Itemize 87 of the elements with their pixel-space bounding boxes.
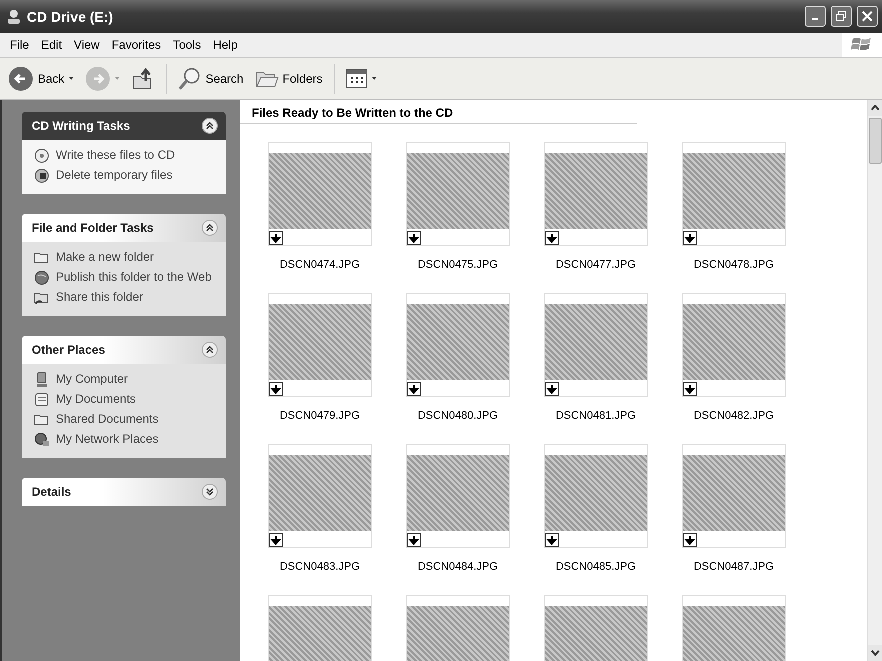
down-arrow-icon xyxy=(407,533,421,547)
panel-header[interactable]: Other Places xyxy=(22,336,226,364)
down-arrow-icon xyxy=(269,533,283,547)
file-name[interactable]: DSCN0483.JPG xyxy=(280,561,360,577)
chevron-icon xyxy=(206,488,214,496)
file-name[interactable]: DSCN0482.JPG xyxy=(694,410,774,426)
file-name[interactable]: DSCN0485.JPG xyxy=(556,561,636,577)
section-heading: Files Ready to Be Written to the CD xyxy=(240,100,637,124)
panel-header[interactable]: File and Folder Tasks xyxy=(22,214,226,242)
down-arrow-icon xyxy=(683,231,697,245)
down-arrow-icon xyxy=(545,231,559,245)
chevron-icon xyxy=(206,346,214,354)
panel-header[interactable]: CD Writing Tasks xyxy=(22,112,226,140)
dropdown-caret-icon xyxy=(68,77,74,80)
globe-icon xyxy=(34,270,50,286)
close-button[interactable] xyxy=(857,6,878,27)
scroll-thumb[interactable] xyxy=(868,118,882,164)
down-arrow-icon xyxy=(407,382,421,396)
search-button[interactable]: Search xyxy=(174,64,248,92)
menu-item[interactable]: File xyxy=(4,36,36,54)
chevron-icon xyxy=(206,122,214,130)
menu-item[interactable]: Tools xyxy=(167,36,208,54)
thumbnail-frame[interactable] xyxy=(544,293,648,397)
thumbnail-frame[interactable] xyxy=(268,293,372,397)
thumbnail-frame[interactable] xyxy=(682,293,786,397)
minimize-button[interactable] xyxy=(805,6,826,27)
thumbnail-frame[interactable] xyxy=(682,142,786,246)
task-link[interactable]: Publish this folder to the Web xyxy=(56,270,212,284)
down-arrow-icon xyxy=(545,382,559,396)
thumbnail-frame[interactable] xyxy=(406,444,510,548)
back-button[interactable]: Back xyxy=(4,64,78,94)
task-link[interactable]: Shared Documents xyxy=(56,412,159,426)
down-arrow-icon xyxy=(269,382,283,396)
file-name[interactable]: DSCN0477.JPG xyxy=(556,259,636,275)
chevron-icon xyxy=(206,224,214,232)
task-link[interactable]: Share this folder xyxy=(56,290,144,304)
window-title: CD Drive (E:) xyxy=(27,8,114,24)
collapse-chevron-icon[interactable] xyxy=(202,220,218,236)
search-icon xyxy=(178,66,202,90)
down-arrow-icon xyxy=(545,533,559,547)
caret-up-icon xyxy=(870,105,880,111)
file-name[interactable]: DSCN0478.JPG xyxy=(694,259,774,275)
restore-icon xyxy=(836,11,847,22)
document-folder-icon xyxy=(34,392,50,408)
task-link[interactable]: My Documents xyxy=(56,392,136,406)
scroll-down-button[interactable] xyxy=(868,645,882,661)
task-link[interactable]: Make a new folder xyxy=(56,250,154,264)
thumbnail-frame[interactable] xyxy=(544,142,648,246)
task-link[interactable]: Write these files to CD xyxy=(56,148,176,162)
thumbnail-frame[interactable] xyxy=(544,444,648,548)
file-name[interactable]: DSCN0479.JPG xyxy=(280,410,360,426)
computer-icon xyxy=(34,372,50,388)
collapse-chevron-icon[interactable] xyxy=(202,118,218,134)
menu-item[interactable]: Edit xyxy=(35,36,68,54)
thumbnail-frame[interactable] xyxy=(406,142,510,246)
down-arrow-icon xyxy=(269,231,283,245)
thumbnail-frame[interactable] xyxy=(406,293,510,397)
collapse-chevron-icon[interactable] xyxy=(202,342,218,358)
restore-button[interactable] xyxy=(831,6,852,27)
file-name[interactable]: DSCN0487.JPG xyxy=(694,561,774,577)
menu-item[interactable]: View xyxy=(68,36,106,54)
file-name[interactable]: DSCN0474.JPG xyxy=(280,259,360,275)
thumbnail-frame[interactable] xyxy=(682,444,786,548)
caret-down-icon xyxy=(870,650,880,656)
dropdown-caret-icon xyxy=(372,77,377,80)
file-name[interactable]: DSCN0480.JPG xyxy=(418,410,498,426)
menu-item[interactable]: Favorites xyxy=(106,36,168,54)
dropdown-caret-icon xyxy=(114,77,120,80)
task-link[interactable]: Delete temporary files xyxy=(56,168,173,182)
down-arrow-icon xyxy=(683,382,697,396)
scrollbar[interactable] xyxy=(867,100,882,661)
close-icon xyxy=(862,11,873,22)
expand-chevron-icon[interactable] xyxy=(202,484,218,500)
file-name[interactable]: DSCN0481.JPG xyxy=(556,410,636,426)
menu-item[interactable]: Help xyxy=(207,36,244,54)
folders-button[interactable]: Folders xyxy=(250,66,327,92)
thumbnail-frame[interactable] xyxy=(268,444,372,548)
view-grid-icon xyxy=(346,68,368,88)
panel-header[interactable]: Details xyxy=(22,478,226,506)
task-link[interactable]: My Network Places xyxy=(56,432,159,446)
down-arrow-icon xyxy=(683,533,697,547)
file-name[interactable]: DSCN0484.JPG xyxy=(418,561,498,577)
down-arrow-icon xyxy=(407,231,421,245)
scroll-up-button[interactable] xyxy=(868,100,882,116)
file-name[interactable]: DSCN0475.JPG xyxy=(418,259,498,275)
task-link[interactable]: My Computer xyxy=(56,372,128,386)
thumbnail-frame[interactable] xyxy=(268,142,372,246)
